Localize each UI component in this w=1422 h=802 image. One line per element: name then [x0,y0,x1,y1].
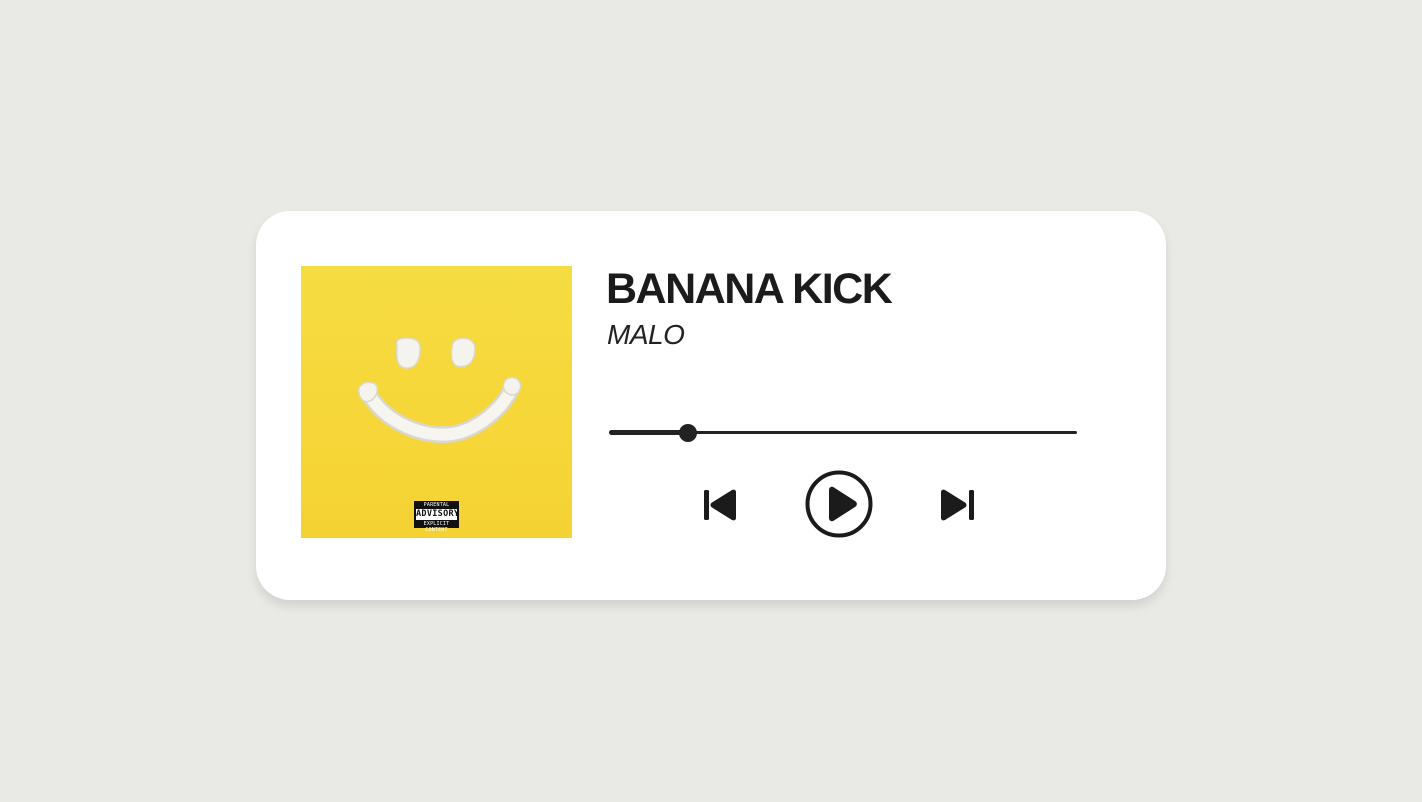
progress-slider[interactable] [609,421,1077,445]
skip-next-icon [941,489,974,521]
previous-button[interactable] [702,487,740,523]
play-button[interactable] [804,469,874,539]
next-button[interactable] [939,487,977,523]
smiley-face-artwork [357,337,522,444]
track-title: BANANA KICK [606,265,893,313]
progress-played [609,430,688,435]
music-player-card: PARENTAL ADVISORY EXPLICIT CONTENT BANAN… [256,211,1166,600]
progress-thumb[interactable] [678,424,697,442]
play-circle-icon [805,470,873,538]
parental-advisory-label: PARENTAL ADVISORY EXPLICIT CONTENT [414,501,460,533]
artist-name: MALO [607,319,685,350]
skip-previous-icon [704,489,736,521]
album-cover: PARENTAL ADVISORY EXPLICIT CONTENT [301,266,572,538]
